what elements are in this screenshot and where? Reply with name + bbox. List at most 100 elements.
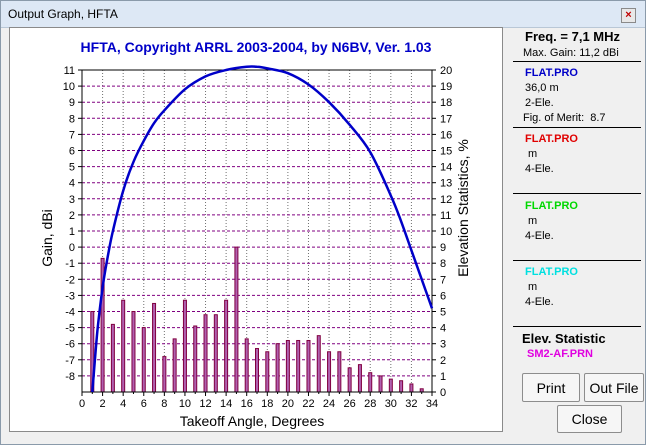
- x-tick-label: 6: [141, 398, 147, 410]
- y-tick-label: -4: [65, 307, 75, 319]
- y-tick-label: -5: [65, 323, 75, 335]
- elevation-bar: [399, 380, 404, 393]
- elevation-bar: [121, 299, 126, 393]
- entry1-height: 36,0 m: [525, 82, 559, 94]
- x-tick-label: 20: [282, 398, 294, 410]
- separator: [513, 127, 641, 128]
- y-tick-label: -1: [65, 258, 75, 270]
- y-tick-label: 6: [69, 146, 75, 158]
- y2-tick-label: 11: [440, 210, 451, 222]
- elevation-bar: [203, 314, 208, 393]
- elevation-bar: [141, 327, 146, 393]
- elevation-bar: [388, 378, 393, 393]
- y2-tick-label: 10: [440, 226, 452, 238]
- y-tick-label: 0: [69, 242, 75, 254]
- y-tick-label: 8: [69, 113, 75, 125]
- x-axis-label: Takeoff Angle, Degrees: [180, 413, 325, 429]
- x-tick-label: 10: [179, 398, 191, 410]
- elev-statistic-file: SM2-AF.PRN: [527, 348, 594, 360]
- elevation-bar: [213, 314, 218, 393]
- max-gain-label: Max. Gain: 11,2 dBi: [523, 47, 619, 59]
- entry1-merit: Fig. of Merit: 8.7: [523, 112, 606, 124]
- elevation-bar: [306, 339, 311, 393]
- y-tick-label: 5: [69, 162, 75, 174]
- window-title: Output Graph, HFTA: [8, 7, 118, 21]
- frequency-label: Freq. = 7,1 MHz: [525, 29, 620, 44]
- y2-tick-label: 0: [440, 387, 446, 399]
- y2-tick-label: 20: [440, 65, 452, 77]
- x-tick-label: 30: [385, 398, 397, 410]
- elevation-bar: [347, 367, 352, 393]
- y2-tick-label: 13: [440, 178, 452, 190]
- y-tick-label: 10: [63, 81, 75, 93]
- elevation-bar: [368, 372, 373, 393]
- entry3-file: FLAT.PRO: [525, 200, 578, 212]
- x-tick-label: 26: [344, 398, 356, 410]
- entry3-type: 4-Ele.: [525, 230, 554, 242]
- entry2-type: 4-Ele.: [525, 163, 554, 175]
- y-tick-label: -6: [65, 339, 75, 351]
- y-tick-label: 1: [69, 226, 75, 238]
- y-tick-label: 3: [69, 194, 75, 206]
- y2-tick-label: 6: [440, 290, 446, 302]
- elevation-bar: [316, 335, 321, 393]
- y-axis-label: Gain, dBi: [39, 209, 55, 267]
- y2-tick-label: 7: [440, 274, 446, 286]
- x-tick-label: 34: [426, 398, 438, 410]
- x-tick-label: 24: [323, 398, 335, 410]
- x-tick-label: 12: [199, 398, 211, 410]
- close-button[interactable]: Close: [557, 405, 622, 433]
- elevation-bar: [182, 299, 187, 393]
- elevation-bar: [162, 356, 167, 393]
- elevation-bar: [275, 343, 280, 393]
- elevation-bar: [409, 383, 414, 393]
- elevation-bar: [327, 351, 332, 393]
- y2-tick-label: 3: [440, 339, 446, 351]
- elevation-bar: [378, 375, 383, 393]
- output-graph-window: Output Graph, HFTA × HFTA, Copyright ARR…: [0, 0, 646, 445]
- entry4-height: m: [525, 281, 538, 293]
- x-tick-label: 22: [302, 398, 314, 410]
- elevation-bar: [357, 364, 362, 393]
- y2-tick-label: 14: [440, 162, 452, 174]
- y2-tick-label: 19: [440, 81, 452, 93]
- elevation-bar: [131, 311, 136, 393]
- out-file-button[interactable]: Out File: [584, 373, 644, 402]
- entry2-height: m: [525, 148, 538, 160]
- elevation-bar: [110, 323, 115, 393]
- separator: [513, 61, 641, 62]
- entry1-file: FLAT.PRO: [525, 67, 578, 79]
- elevation-bar: [234, 246, 239, 393]
- entry4-file: FLAT.PRO: [525, 266, 578, 278]
- separator: [513, 326, 641, 327]
- y2-tick-label: 15: [440, 146, 452, 158]
- elev-statistic-heading: Elev. Statistic: [522, 331, 606, 346]
- y2-tick-label: 18: [440, 97, 452, 109]
- title-bar: Output Graph, HFTA ×: [1, 1, 645, 28]
- y-tick-label: 11: [64, 65, 75, 77]
- window-close-icon[interactable]: ×: [621, 8, 636, 23]
- elevation-bar: [152, 302, 157, 393]
- y2-tick-label: 9: [440, 242, 446, 254]
- x-tick-label: 4: [120, 398, 126, 410]
- elevation-bar: [244, 338, 249, 393]
- y-tick-label: 2: [69, 210, 75, 222]
- elevation-bar: [265, 351, 270, 393]
- y2-tick-label: 4: [440, 323, 446, 335]
- y2-axis-label: Elevation Statistics, %: [455, 139, 471, 277]
- elevation-bar: [255, 348, 259, 393]
- elevation-bar: [285, 339, 290, 393]
- x-tick-label: 16: [241, 398, 253, 410]
- separator: [513, 260, 641, 261]
- print-button[interactable]: Print: [522, 373, 580, 402]
- elevation-bar: [337, 351, 342, 393]
- entry4-type: 4-Ele.: [525, 296, 554, 308]
- y-tick-label: 9: [69, 97, 75, 109]
- y-tick-label: -7: [65, 355, 75, 367]
- x-tick-label: 14: [220, 398, 232, 410]
- y2-tick-label: 2: [440, 355, 446, 367]
- y2-tick-label: 12: [440, 194, 452, 206]
- y-tick-label: 4: [69, 178, 75, 190]
- x-tick-label: 0: [79, 398, 85, 410]
- separator: [513, 193, 641, 194]
